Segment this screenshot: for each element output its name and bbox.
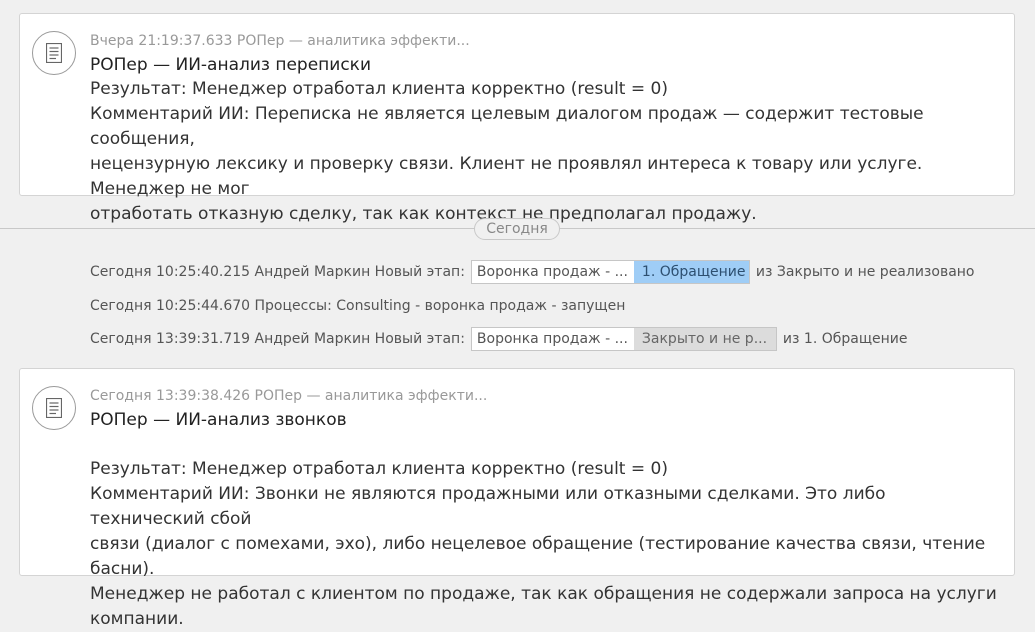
note-title: РОПер — ИИ-анализ звонков — [90, 410, 347, 430]
feed-note-card: Сегодня 13:39:38.426 РОПер — аналитика э… — [19, 368, 1015, 629]
event-text: Сегодня 10:25:44.670 Процессы: Consultin… — [90, 298, 626, 314]
note-comment-line: Комментарий ИИ: Переписка не является це… — [90, 104, 924, 149]
stage-change-event: Сегодня 10:25:40.215 Андрей Маркин Новый… — [90, 260, 975, 284]
process-event: Сегодня 10:25:44.670 Процессы: Consultin… — [90, 294, 625, 318]
stage-change-event: Сегодня 13:39:31.719 Андрей Маркин Новый… — [90, 327, 908, 351]
note-comment-line: Менеджер не работал с клиентом по продаж… — [90, 584, 997, 629]
date-separator: Сегодня — [474, 218, 560, 240]
note-comment-line: связи (диалог с помехами, эхо), либо нец… — [90, 534, 986, 579]
stage-badge[interactable]: Воронка продаж - ... 1. Обращение — [470, 260, 750, 284]
document-note-icon — [32, 386, 76, 430]
pipeline-name: Воронка продаж - ... — [476, 264, 628, 280]
stage-name: 1. Обращение — [633, 261, 749, 283]
note-result: Результат: Менеджер отработал клиента ко… — [90, 459, 668, 479]
event-text: Сегодня 10:25:40.215 Андрей Маркин Новый… — [90, 264, 465, 280]
pipeline-name: Воронка продаж - ... — [476, 331, 628, 347]
feed-note-card: Вчера 21:19:37.633 РОПер — аналитика эфф… — [19, 13, 1015, 224]
note-comment-line: Комментарий ИИ: Звонки не являются прода… — [90, 484, 886, 529]
event-suffix: из 1. Обращение — [782, 331, 908, 347]
event-suffix: из Закрыто и не реализовано — [755, 264, 975, 280]
note-meta[interactable]: Сегодня 13:39:38.426 РОПер — аналитика э… — [90, 387, 998, 405]
event-text: Сегодня 13:39:31.719 Андрей Маркин Новый… — [90, 331, 465, 347]
note-meta[interactable]: Вчера 21:19:37.633 РОПер — аналитика эфф… — [90, 32, 998, 50]
document-note-icon — [32, 31, 76, 75]
note-result: Результат: Менеджер отработал клиента ко… — [90, 79, 668, 99]
stage-badge[interactable]: Воронка продаж - ... Закрыто и не р... — [470, 327, 777, 351]
note-comment-line: нецензурную лексику и проверку связи. Кл… — [90, 154, 923, 199]
stage-name: Закрыто и не р... — [633, 328, 776, 350]
note-title: РОПер — ИИ-анализ переписки — [90, 55, 371, 75]
